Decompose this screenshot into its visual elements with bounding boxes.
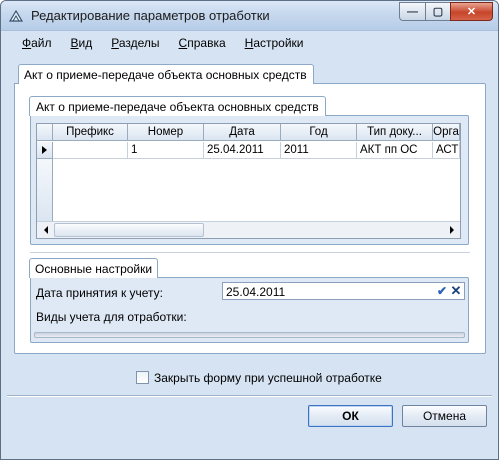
arrow-left-icon	[43, 226, 48, 234]
menu-view-accel: В	[70, 36, 79, 50]
scroll-thumb[interactable]	[54, 223, 204, 237]
date-label: Дата принятия к учету:	[36, 286, 164, 300]
cell-doc-type[interactable]: АКТ пп ОС	[357, 142, 433, 159]
menu-sections-accel: Р	[111, 36, 119, 50]
table-row[interactable]: 1 25.04.2011 2011 АКТ пп ОС АСТ	[37, 142, 460, 159]
close-button[interactable]: ✕	[450, 2, 493, 21]
column-header-doc-type[interactable]: Тип доку...	[357, 124, 433, 141]
row-indicator-column	[37, 159, 53, 221]
menu-settings-label: астройки	[253, 36, 304, 50]
tab-main-settings[interactable]: Основные настройки	[29, 258, 159, 278]
menu-settings-accel: Н	[244, 36, 254, 50]
cell-number[interactable]: 1	[128, 142, 204, 159]
date-value: 25.04.2011	[226, 285, 286, 299]
app-icon	[8, 9, 24, 22]
menu-view[interactable]: Вид	[71, 36, 93, 50]
date-field[interactable]: 25.04.2011 ✔ ✕	[222, 282, 465, 300]
menu-file-accel: Ф	[22, 36, 32, 50]
ok-button[interactable]: ОК	[308, 405, 393, 427]
cell-year[interactable]: 2011	[281, 142, 357, 159]
title-bar[interactable]: Редактирование параметров отработки — ▢ …	[1, 1, 498, 31]
cell-date[interactable]: 25.04.2011	[204, 142, 281, 159]
menu-sections[interactable]: Разделы	[111, 36, 159, 50]
menu-settings[interactable]: Настройки	[245, 36, 304, 50]
menu-sections-label: азделы	[118, 36, 160, 50]
maximize-button[interactable]: ▢	[425, 2, 450, 21]
accounting-types-label: Виды учета для отработки:	[36, 310, 187, 324]
cell-prefix[interactable]	[53, 142, 128, 159]
clear-x-icon[interactable]: ✕	[449, 283, 463, 299]
panel-splitter[interactable]	[30, 252, 470, 254]
menu-help[interactable]: Справка	[179, 36, 226, 50]
current-row-arrow-icon	[42, 146, 47, 154]
tab-act-outer[interactable]: Акт о приеме-передаче объекта основных с…	[18, 64, 314, 84]
arrow-right-icon	[449, 226, 454, 234]
menu-file-label: айл	[31, 36, 52, 50]
scroll-right-button[interactable]	[443, 222, 460, 238]
column-header-prefix[interactable]: Префикс	[53, 124, 128, 141]
menu-help-accel: С	[178, 36, 188, 50]
menu-file[interactable]: Файл	[22, 36, 52, 50]
tab-act-inner[interactable]: Акт о приеме-передаче объекта основных с…	[29, 96, 326, 116]
minimize-button[interactable]: —	[399, 2, 425, 21]
column-header-year[interactable]: Год	[281, 124, 357, 141]
menu-bar: Файл Вид Разделы Справка Настройки	[7, 32, 492, 54]
documents-grid: Префикс Номер Дата Год Тип доку... Орга …	[36, 123, 461, 239]
close-on-success-checkbox[interactable]	[136, 371, 149, 384]
scroll-left-button[interactable]	[37, 222, 54, 238]
row-indicator-header	[37, 124, 53, 141]
confirm-check-icon[interactable]: ✔	[435, 283, 449, 299]
menu-view-label: ид	[78, 36, 93, 50]
column-header-date[interactable]: Дата	[204, 124, 281, 141]
accounting-types-list[interactable]	[34, 332, 465, 338]
window-title: Редактирование параметров отработки	[31, 8, 270, 23]
row-indicator[interactable]	[37, 142, 53, 159]
close-on-success-label[interactable]: Закрыть форму при успешной отработке	[154, 371, 382, 385]
cell-org[interactable]: АСТ	[433, 142, 460, 159]
footer-separator	[7, 395, 492, 397]
horizontal-scrollbar[interactable]	[37, 221, 460, 238]
column-header-org[interactable]: Орга	[433, 124, 460, 141]
cancel-button[interactable]: Отмена	[402, 405, 487, 427]
grid-header: Префикс Номер Дата Год Тип доку... Орга	[37, 124, 460, 141]
menu-help-label: правка	[187, 36, 226, 50]
column-header-number[interactable]: Номер	[128, 124, 204, 141]
dialog-window: Редактирование параметров отработки — ▢ …	[0, 0, 499, 460]
